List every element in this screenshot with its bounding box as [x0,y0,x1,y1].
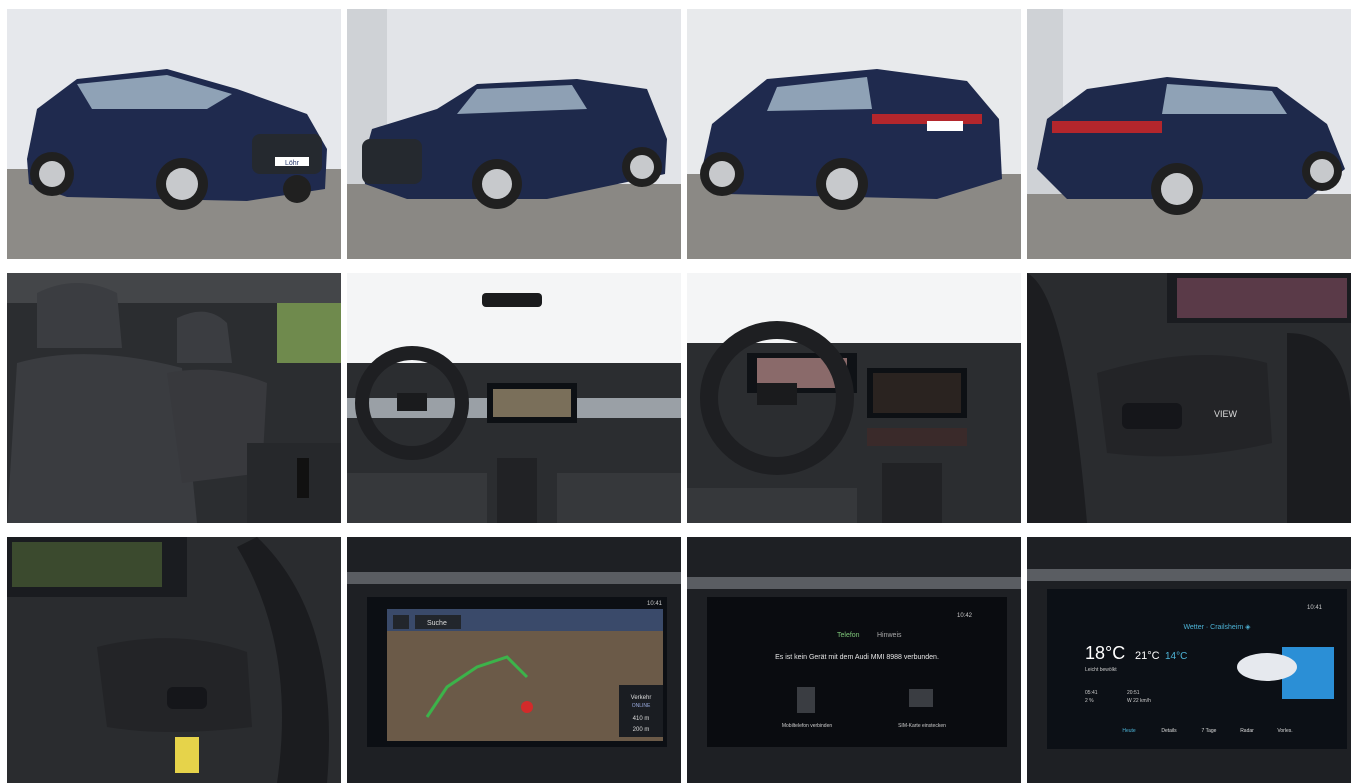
photo-cockpit[interactable] [347,273,681,523]
weather-temp-hi: 21°C [1135,650,1160,662]
nav-dist-1: 410 m [633,716,650,722]
photo-steering-controls-left[interactable] [7,537,341,783]
weather-tab-0: Heute [1122,728,1136,734]
photo-steering-controls-right[interactable]: VIEW [1027,273,1351,523]
photo-mmi-phone[interactable]: 10:42 Telefon Hinweis Es ist kein Gerät … [687,537,1021,783]
phone-message: Es ist kein Gerät mit dem Audi MMI 8988 … [775,654,939,661]
nav-status-time: 10:41 [647,601,663,607]
weather-sunset: 20:51 [1127,690,1140,696]
phone-option-2: SIM-Karte einstecken [898,723,946,729]
photo-rear-left-2[interactable] [1027,9,1351,259]
photo-mmi-navigation[interactable]: Suche 10:41 Verkehr ONLINE 410 m 200 m [347,537,681,783]
weather-tab-2: 7 Tage [1202,728,1217,734]
photo-front-seats[interactable] [7,273,341,523]
weather-tab-1: Details [1161,728,1177,734]
weather-condition: Leicht bewölkt [1085,667,1117,673]
phone-status-time: 10:42 [957,613,973,619]
weather-tab-3: Radar [1240,728,1254,734]
photo-front-left-2[interactable] [347,9,681,259]
nav-traffic-title: Verkehr [631,695,652,701]
weather-rain: 2 % [1085,698,1094,704]
photo-mmi-weather[interactable]: 10:41 Wetter · Crailsheim ◈ 18°C 21°C 14… [1027,537,1351,783]
phone-header-left: Telefon [837,632,860,639]
plate-text: Löhr [285,160,300,167]
view-button-label: VIEW [1214,409,1238,419]
weather-status-time: 10:41 [1307,605,1323,611]
nav-traffic-badge: ONLINE [632,703,651,709]
nav-search-label: Suche [427,620,447,627]
weather-sunrise: 05:41 [1085,690,1098,696]
photo-front-left[interactable]: Löhr [7,9,341,259]
nav-dist-2: 200 m [633,727,650,733]
weather-temp-now: 18°C [1085,643,1125,663]
weather-header: Wetter · Crailsheim ◈ [1183,624,1251,631]
weather-temp-lo: 14°C [1165,651,1187,662]
phone-header-right: Hinweis [877,632,902,639]
weather-tab-4: Vorles. [1277,728,1292,734]
photo-rear-left[interactable] [687,9,1021,259]
weather-wind: W 22 km/h [1127,698,1151,704]
phone-option-1: Mobiltelefon verbinden [782,723,833,729]
photo-cockpit-2[interactable] [687,273,1021,523]
